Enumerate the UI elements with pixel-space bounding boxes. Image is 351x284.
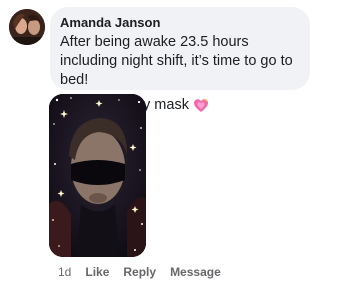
comment-actions: 1d Like Reply Message [58,264,235,280]
like-button[interactable]: Like [85,265,109,279]
comment-text: After being awake 23.5 hours including n… [60,34,293,88]
sparkling-heart-icon [193,98,209,113]
comment-author[interactable]: Amanda Janson [60,15,300,31]
message-button[interactable]: Message [170,265,221,279]
comment-timestamp[interactable]: 1d [58,265,71,279]
reply-button[interactable]: Reply [123,265,156,279]
commenter-avatar[interactable] [9,9,45,45]
comment-bubble: Amanda Janson After being awake 23.5 hou… [50,7,310,113]
comment-photo[interactable] [49,94,146,257]
